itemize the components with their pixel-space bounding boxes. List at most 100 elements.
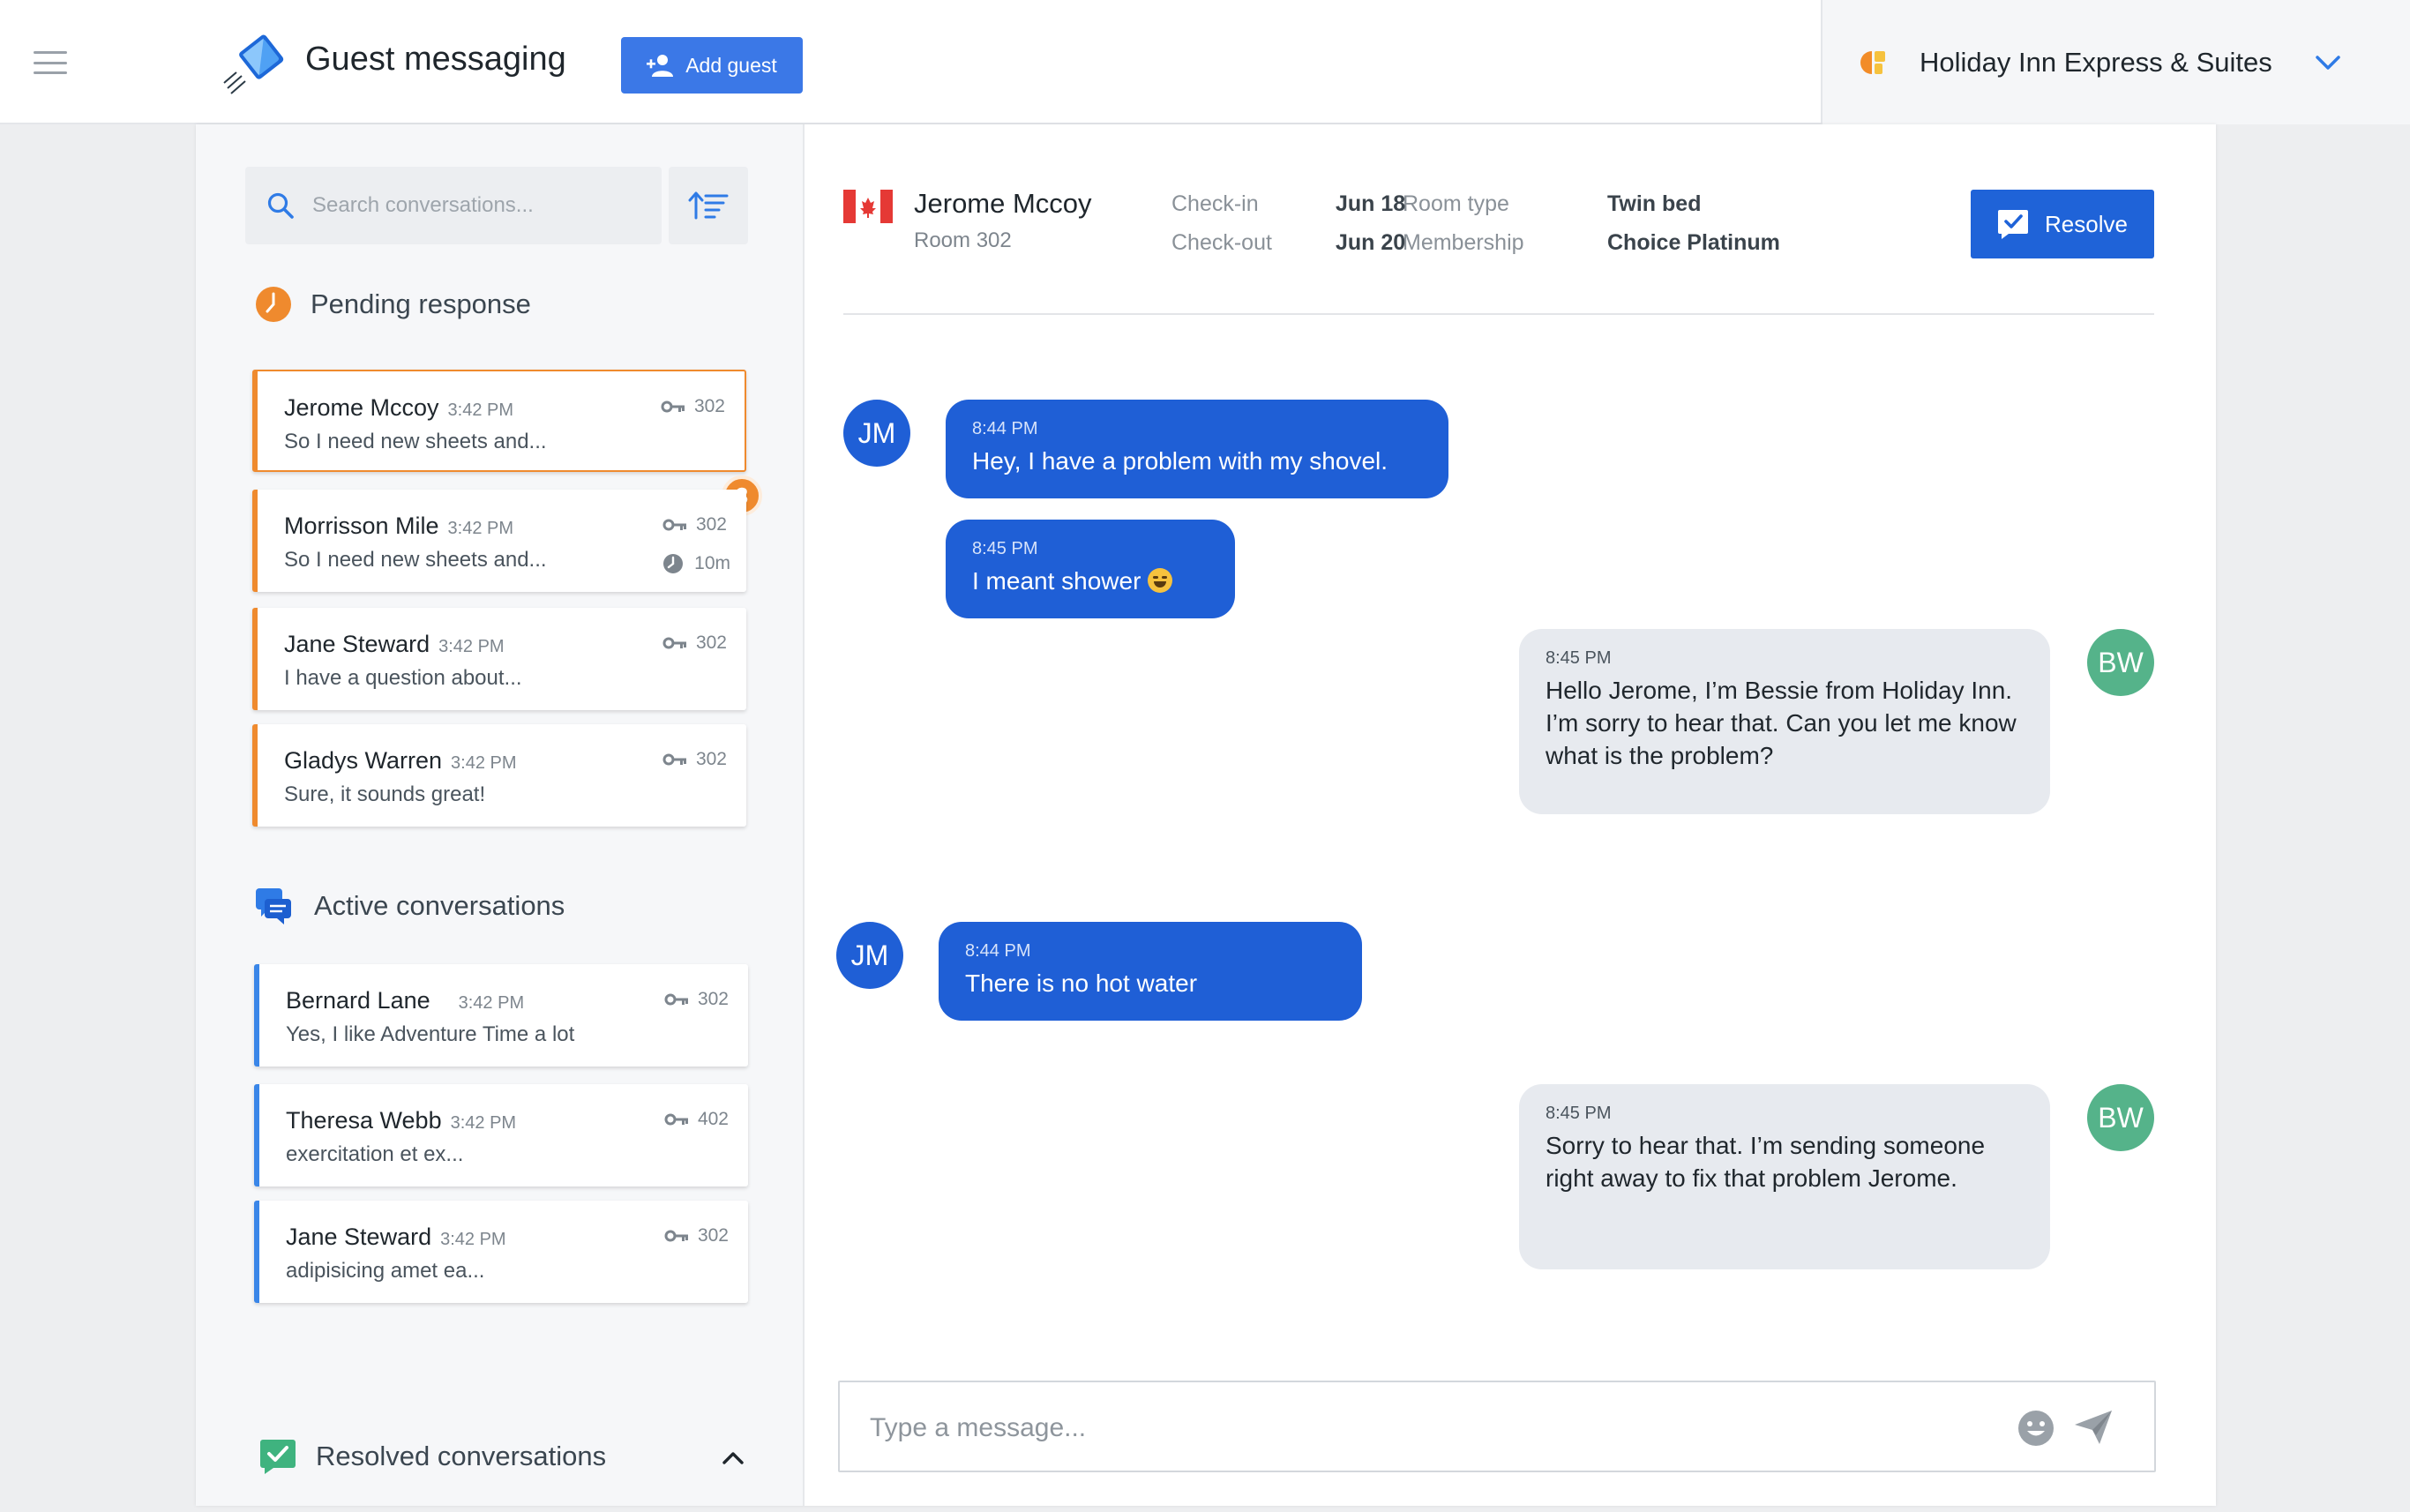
- conversation-item[interactable]: Gladys Warren 3:42 PM Sure, it sounds gre…: [252, 724, 746, 827]
- conversation-item[interactable]: Jane Steward 3:42 PM I have a question ab…: [252, 608, 746, 710]
- membership-label: Membership: [1403, 230, 1524, 255]
- conversation-item[interactable]: Bernard Lane 3:42 PM Yes, I like Adventur…: [254, 964, 748, 1067]
- conversation-item[interactable]: Jerome Mccoy 3:42 PM So I need new sheets…: [252, 370, 746, 472]
- message-composer: [838, 1381, 2156, 1472]
- resolve-label: Resolve: [2045, 210, 2128, 237]
- menu-icon[interactable]: [34, 51, 67, 74]
- active-section-title: Active conversations: [314, 890, 565, 921]
- chat-bubbles-icon: [256, 888, 291, 924]
- message-preview: So I need new sheets and...: [284, 548, 547, 572]
- message-time: 3:42 PM: [458, 993, 525, 1013]
- checkout-value: Jun 20: [1336, 230, 1406, 255]
- message-text: Sorry to hear that. I’m sending someone …: [1546, 1132, 1986, 1192]
- chat-panel: Jerome Mccoy Room 302 Check-in Jun 18 Ro…: [806, 124, 2216, 1506]
- checkin-value: Jun 18: [1336, 191, 1406, 216]
- clock-icon: [256, 287, 291, 322]
- guest-name: Jerome Mccoy: [284, 394, 439, 421]
- key-icon: [661, 400, 685, 413]
- guest-avatar: JM: [843, 400, 910, 467]
- checkout-label: Check-out: [1171, 230, 1272, 255]
- resolve-check-icon: [1998, 210, 2029, 239]
- guest-name: Bernard Lane: [286, 987, 430, 1014]
- chevron-up-icon[interactable]: [722, 1451, 745, 1465]
- sort-button[interactable]: [669, 167, 748, 244]
- active-section-header: Active conversations: [254, 887, 565, 925]
- membership-value: Choice Platinum: [1607, 230, 1780, 255]
- message-time: 3:42 PM: [451, 753, 517, 773]
- message-bubble: 8:45 PM I meant shower: [946, 520, 1235, 618]
- key-icon: [662, 637, 686, 649]
- wait-time: 10m: [694, 553, 730, 573]
- room-number: 302: [697, 1225, 729, 1246]
- room-number: 302: [695, 749, 727, 769]
- message-time: 3:42 PM: [440, 1230, 506, 1249]
- key-icon: [664, 1113, 688, 1126]
- search-box[interactable]: [245, 167, 662, 244]
- add-guest-button[interactable]: Add guest: [621, 37, 803, 94]
- message-time: 3:42 PM: [450, 1113, 517, 1133]
- app-logo-icon: [223, 34, 284, 94]
- room-number: 402: [697, 1109, 729, 1129]
- guest-name: Theresa Webb: [286, 1107, 442, 1134]
- guest-name: Morrisson Mile: [284, 513, 439, 539]
- chat-guest-room: Room 302: [914, 228, 1012, 252]
- pending-section-header: Pending response: [254, 285, 531, 324]
- hotel-name: Holiday Inn Express & Suites: [1920, 46, 2272, 78]
- emoji-icon[interactable]: [2017, 1409, 2055, 1448]
- chevron-down-icon: [2316, 55, 2340, 70]
- message-preview: I have a question about...: [284, 666, 522, 690]
- sort-icon: [688, 191, 729, 220]
- staff-avatar: BW: [2087, 1084, 2154, 1151]
- guest-name: Jane Steward: [286, 1224, 432, 1250]
- message-time: 3:42 PM: [447, 400, 514, 420]
- message-text: Hey, I have a problem with my shovel.: [972, 447, 1388, 475]
- message-time: 8:45 PM: [1546, 1104, 1612, 1123]
- message-time: 8:45 PM: [1546, 648, 1612, 668]
- key-icon: [664, 1230, 688, 1242]
- hotel-switcher[interactable]: Holiday Inn Express & Suites: [1821, 0, 2410, 124]
- send-icon[interactable]: [2073, 1409, 2114, 1446]
- pending-section-title: Pending response: [311, 288, 531, 319]
- hotel-logo-icon: [1860, 50, 1885, 74]
- resolved-section-title: Resolved conversations: [316, 1441, 607, 1471]
- message-preview: So I need new sheets and...: [284, 430, 547, 453]
- app-title: Guest messaging: [305, 41, 566, 78]
- room-number: 302: [693, 396, 725, 416]
- message-time: 8:44 PM: [972, 419, 1038, 438]
- main-panel: Pending response Jerome Mccoy 3:42 PM So …: [196, 124, 2216, 1506]
- message-time: 8:45 PM: [972, 539, 1038, 558]
- timer-icon: [663, 554, 684, 573]
- room-number: 302: [697, 989, 729, 1009]
- conversation-item[interactable]: Jane Steward 3:42 PM adipisicing amet ea.…: [254, 1201, 748, 1303]
- conversation-item[interactable]: Theresa Webb 3:42 PM exercitation et ex..…: [254, 1084, 748, 1186]
- message-bubble: 8:44 PM There is no hot water: [939, 922, 1362, 1021]
- guest-name: Jane Steward: [284, 631, 430, 657]
- key-icon: [662, 753, 686, 766]
- canada-flag-icon: [843, 190, 893, 223]
- room-number: 302: [695, 632, 727, 653]
- message-input[interactable]: [870, 1409, 1981, 1448]
- message-preview: Yes, I like Adventure Time a lot: [286, 1022, 575, 1046]
- message-time: 3:42 PM: [447, 519, 514, 538]
- message-preview: Sure, it sounds great!: [284, 782, 486, 806]
- message-preview: adipisicing amet ea...: [286, 1259, 485, 1283]
- top-bar: Guest messaging Add guest Holiday Inn Ex…: [0, 0, 2410, 124]
- staff-avatar: BW: [2087, 629, 2154, 696]
- key-icon: [662, 519, 686, 531]
- search-icon: [267, 192, 294, 219]
- message-text: There is no hot water: [965, 969, 1198, 997]
- roomtype-value: Twin bed: [1607, 191, 1702, 216]
- key-icon: [664, 993, 688, 1006]
- message-bubble: 8:45 PM Sorry to hear that. I’m sending …: [1519, 1084, 2050, 1269]
- checkin-label: Check-in: [1171, 191, 1259, 216]
- conversation-item[interactable]: Morrisson Mile 3:42 PM So I need new shee…: [252, 490, 746, 592]
- add-user-icon: [647, 55, 674, 77]
- search-input[interactable]: [312, 193, 647, 218]
- resolve-button[interactable]: Resolve: [1971, 190, 2154, 258]
- add-guest-label: Add guest: [685, 53, 777, 77]
- message-bubble: 8:44 PM Hey, I have a problem with my sh…: [946, 400, 1448, 498]
- message-text: Hello Jerome, I’m Bessie from Holiday In…: [1546, 677, 2017, 769]
- resolved-section-header[interactable]: Resolved conversations: [259, 1439, 753, 1474]
- message-bubble: 8:45 PM Hello Jerome, I’m Bessie from Ho…: [1519, 629, 2050, 814]
- guest-avatar: JM: [836, 922, 903, 989]
